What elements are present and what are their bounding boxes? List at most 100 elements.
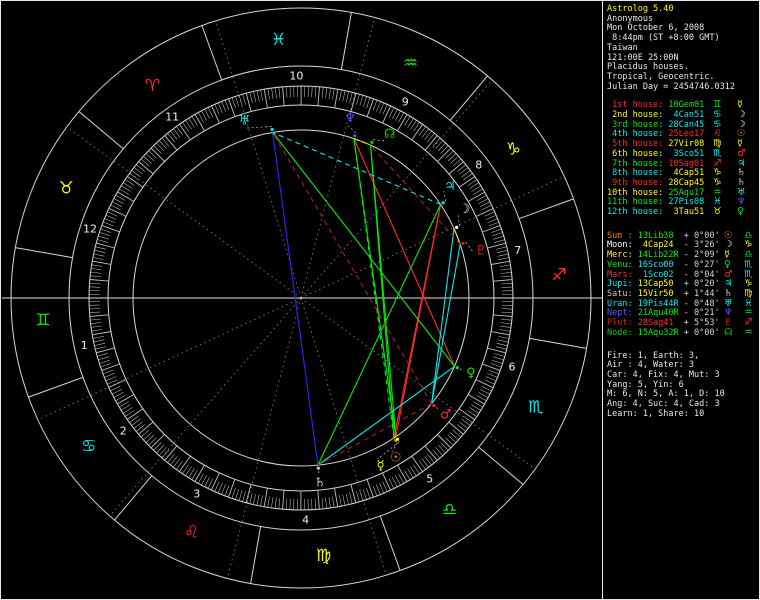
sign-boundary-line [529, 337, 587, 349]
degree-tick [214, 104, 220, 115]
degree-tick [342, 90, 346, 102]
degree-tick [201, 110, 207, 121]
degree-tick [491, 331, 510, 336]
degree-tick [332, 496, 335, 508]
degree-tick [492, 232, 503, 237]
degree-tick [362, 96, 367, 107]
planet-label: Merc: [607, 250, 638, 261]
degree-tick [98, 235, 109, 240]
house-row: 12th house: 3Tau51 ♉ ♀ [607, 206, 759, 218]
planet-latitude: - 2°09' [678, 250, 720, 261]
degree-tick [256, 494, 260, 506]
degree-tick [179, 124, 191, 141]
zodiac-sign-glyph-aquarius: ♒ [403, 53, 418, 73]
planet-latitude: + 1°44' [678, 288, 720, 299]
degree-tick [334, 89, 339, 108]
zodiac-sign-glyph-virgo: ♍ [316, 546, 331, 566]
wheel-dot-moon [455, 225, 459, 229]
degree-tick [484, 379, 495, 385]
aspect-line-semisquare [317, 403, 432, 466]
wheel-planet-mars: ♂ [440, 408, 452, 423]
degree-tick [113, 392, 124, 398]
degree-tick [339, 495, 342, 507]
stat-line: Learn: 1, Share: 10 [607, 408, 705, 419]
sign-boundary-line [201, 25, 223, 81]
julian-day: Julian Day = 2454746.0312 [607, 81, 735, 92]
sign-boundary-line [478, 446, 524, 485]
aspect-line-square [353, 138, 456, 367]
degree-tick [499, 329, 511, 332]
degree-tick [89, 282, 101, 285]
zodiac-sign-glyph-sagittarius: ♐ [551, 266, 566, 286]
degree-tick [111, 201, 123, 207]
house-label: 5th house: [607, 139, 664, 150]
degree-tick [267, 88, 270, 100]
degree-tick [478, 392, 489, 398]
planet-label: Uran: [607, 298, 638, 309]
degree-tick [478, 198, 489, 204]
degree-tick [249, 92, 253, 104]
house-label: 10th house: [607, 187, 664, 198]
degree-tick [328, 497, 331, 508]
degree-tick [286, 86, 288, 98]
wheel-planet-pluto: ♇ [475, 243, 487, 258]
ruler-planet-glyph: ♀ [737, 206, 744, 218]
degree-tick [97, 353, 108, 357]
degree-tick [424, 135, 438, 151]
planet-label: Venu: [607, 259, 638, 270]
degree-tick [214, 481, 220, 492]
degree-tick [492, 359, 503, 364]
house-number: 10 [289, 70, 303, 83]
degree-tick [314, 86, 317, 98]
degree-tick [411, 124, 423, 141]
degree-tick [100, 363, 111, 368]
degree-tick [179, 455, 191, 472]
zodiac-sign-glyph-pisces: ♓ [271, 30, 286, 50]
degree-tick [488, 221, 499, 227]
house-number: 6 [509, 360, 516, 373]
degree-tick [92, 336, 104, 339]
degree-tick [475, 208, 494, 217]
aspect-line-sesquiquadrate [272, 132, 433, 404]
astrolog-window: ♈ ♉ ♊ ♋ ♌ ♍ ♎ ♏ ♐ ♑ ♒ ♓ 1 2 3 4 5 6 7 8 9 10 11 12 ☉ ☽ ☿ ♀ ♂ ♃ ♄ ♅ ♆ ♇ ☊ A… [0, 0, 760, 600]
degree-tick [194, 464, 205, 482]
planet-label: Sun : [607, 230, 638, 241]
aspect-line-sextile [272, 131, 441, 206]
house-label: 8th house: [607, 168, 664, 179]
degree-tick [356, 94, 360, 105]
house-number: 8 [475, 159, 482, 172]
degree-tick [485, 376, 497, 382]
planet-latitude: + 0°20' [678, 279, 720, 290]
degree-tick [392, 108, 398, 120]
degree-tick [484, 211, 495, 217]
degree-tick [500, 318, 512, 321]
degree-tick [321, 87, 324, 99]
degree-tick [498, 257, 510, 260]
degree-tick [95, 246, 107, 250]
degree-tick [278, 87, 281, 99]
degree-tick [490, 363, 502, 368]
wheel-dot-uranus [270, 127, 274, 132]
house-cusp-position: 25Leo17 [663, 129, 705, 140]
house-cusp-position: 10Gem01 [663, 100, 705, 111]
degree-tick [231, 487, 236, 499]
degree-tick [103, 221, 114, 227]
degree-tick [382, 472, 391, 491]
degree-tick [342, 494, 346, 506]
wheel-planet-moon: ☽ [459, 202, 471, 217]
degree-tick [314, 498, 316, 510]
planet-latitude: + 0°00' [678, 327, 720, 338]
degree-tick [321, 497, 324, 509]
degree-tick [317, 490, 320, 510]
degree-tick [494, 353, 505, 357]
degree-tick [487, 373, 498, 378]
degree-tick [263, 488, 268, 507]
house-label: 1st house: [607, 100, 664, 111]
degree-tick [89, 308, 101, 310]
sign-boundary-line [250, 526, 262, 584]
degree-tick [217, 102, 223, 114]
house-cusp-position: 10Sag01 [663, 158, 705, 169]
house-cusp-line [66, 126, 302, 299]
degree-tick [448, 161, 464, 175]
degree-tick [91, 325, 102, 328]
